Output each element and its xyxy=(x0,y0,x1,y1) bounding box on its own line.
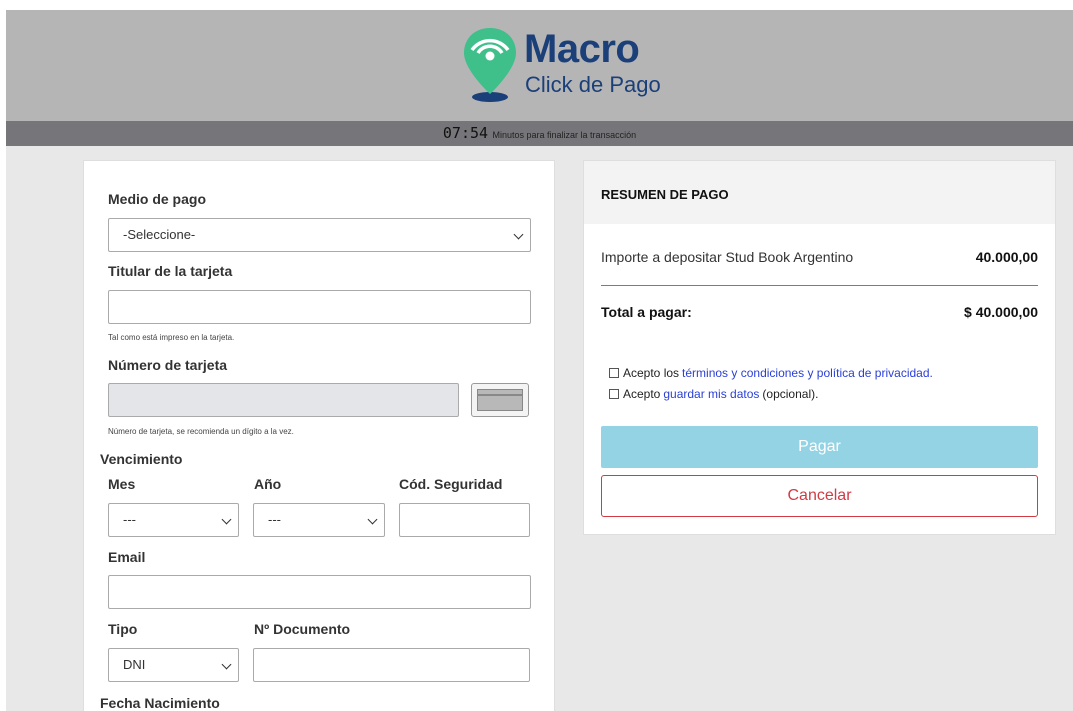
total-label: Total a pagar: xyxy=(601,304,692,320)
brand-name: Macro xyxy=(524,27,640,71)
cvv-label: Cód. Seguridad xyxy=(399,476,503,492)
location-pin-icon xyxy=(464,28,516,102)
save-data-checkbox[interactable] xyxy=(609,389,619,399)
titular-input[interactable] xyxy=(108,290,531,324)
mes-select[interactable]: --- xyxy=(108,503,239,537)
tipo-value: DNI xyxy=(123,657,146,672)
chevron-down-icon xyxy=(221,659,232,670)
chevron-down-icon xyxy=(513,229,524,240)
terms-row: Acepto los términos y condiciones y polí… xyxy=(609,366,936,380)
summary-header: RESUMEN DE PAGO xyxy=(584,161,1055,224)
medio-pago-value: -Seleccione- xyxy=(123,227,196,242)
numero-hint: Número de tarjeta, se recomienda un dígi… xyxy=(108,427,294,436)
credit-card-icon xyxy=(471,383,529,417)
email-input[interactable] xyxy=(108,575,531,609)
item-amount: 40.000,00 xyxy=(975,249,1038,265)
titular-label: Titular de la tarjeta xyxy=(108,263,233,279)
macro-logo: Macro Click de Pago xyxy=(462,24,682,104)
mes-label: Mes xyxy=(108,476,136,492)
cancel-button[interactable]: Cancelar xyxy=(601,475,1038,517)
medio-pago-select[interactable]: -Seleccione- xyxy=(108,218,531,252)
cvv-input[interactable] xyxy=(399,503,530,537)
item-label: Importe a depositar Stud Book Argentino xyxy=(601,249,854,265)
vencimiento-label: Vencimiento xyxy=(100,451,183,467)
anio-select[interactable]: --- xyxy=(253,503,385,537)
terms-link[interactable]: términos y condiciones y política de pri… xyxy=(682,366,933,380)
timer-text: Minutos para finalizar la transacción xyxy=(492,130,637,140)
pay-button[interactable]: Pagar xyxy=(601,426,1038,468)
chevron-down-icon xyxy=(367,514,378,525)
chevron-down-icon xyxy=(221,514,232,525)
titular-hint: Tal como está impreso en la tarjeta. xyxy=(108,333,235,342)
email-label: Email xyxy=(108,549,146,565)
page-frame: Macro Click de Pago 07:54 Minutos para f… xyxy=(6,10,1073,711)
summary-title: RESUMEN DE PAGO xyxy=(601,187,729,202)
anio-label: Año xyxy=(254,476,282,492)
payment-form: Medio de pago -Seleccione- Titular de la… xyxy=(83,160,555,711)
save-data-row: Acepto guardar mis datos (opcional). xyxy=(609,387,818,401)
card-number-input[interactable] xyxy=(108,383,459,417)
documento-input[interactable] xyxy=(253,648,530,682)
timer-value: 07:54 xyxy=(442,124,489,142)
fecha-nacimiento-label: Fecha Nacimiento xyxy=(100,695,220,711)
terms-prefix: Acepto los xyxy=(623,366,680,380)
tipo-label: Tipo xyxy=(108,621,138,637)
numero-label: Número de tarjeta xyxy=(108,357,228,373)
brand-subtitle: Click de Pago xyxy=(525,72,661,97)
save-data-prefix: Acepto xyxy=(623,387,661,401)
timer-bar: 07:54 Minutos para finalizar la transacc… xyxy=(6,121,1073,146)
save-data-suffix: (opcional). xyxy=(762,387,819,401)
medio-pago-label: Medio de pago xyxy=(108,191,206,207)
total-amount: $ 40.000,00 xyxy=(964,304,1038,320)
mes-value: --- xyxy=(123,512,136,527)
save-data-link[interactable]: guardar mis datos xyxy=(663,387,759,401)
header: Macro Click de Pago xyxy=(6,10,1073,121)
payment-summary: RESUMEN DE PAGO Importe a depositar Stud… xyxy=(583,160,1056,535)
documento-label: Nº Documento xyxy=(254,621,351,637)
terms-checkbox[interactable] xyxy=(609,368,619,378)
tipo-select[interactable]: DNI xyxy=(108,648,239,682)
summary-divider xyxy=(601,285,1038,286)
anio-value: --- xyxy=(268,512,281,527)
